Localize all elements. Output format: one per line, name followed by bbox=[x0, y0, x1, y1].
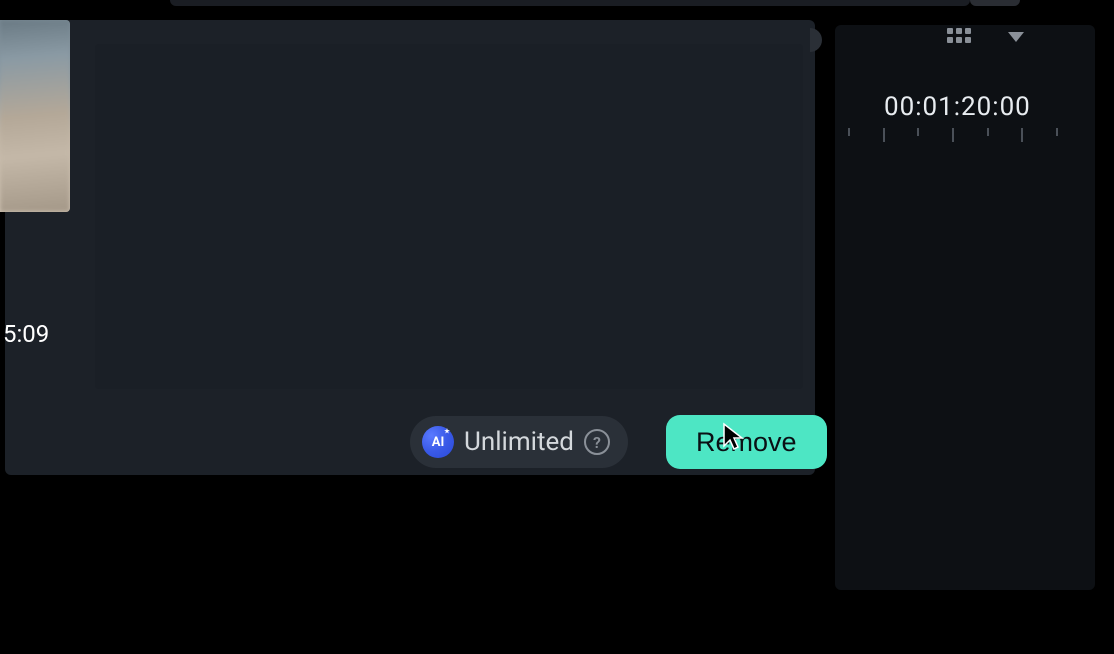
remove-button[interactable]: Remove bbox=[666, 415, 827, 469]
help-symbol: ? bbox=[593, 433, 601, 452]
dropdown-arrow-icon[interactable] bbox=[1008, 32, 1024, 42]
ruler-tick bbox=[917, 128, 919, 136]
top-bar bbox=[0, 0, 1114, 10]
main-panel: AI Unlimited ? Remove bbox=[5, 20, 815, 475]
timecode-display: 00:01:20:00 bbox=[884, 92, 1031, 122]
thumbnail-image bbox=[0, 20, 70, 212]
grid-view-icon[interactable] bbox=[947, 28, 971, 43]
ai-unlimited-pill[interactable]: AI Unlimited ? bbox=[410, 416, 628, 468]
panel-close-edge[interactable] bbox=[810, 28, 822, 52]
search-bar-edge bbox=[170, 0, 970, 6]
remove-label: Remove bbox=[696, 427, 797, 458]
ruler-tick bbox=[883, 128, 885, 142]
ai-badge-text: AI bbox=[432, 435, 445, 450]
ai-badge-icon: AI bbox=[422, 426, 454, 458]
bottom-controls: AI Unlimited ? Remove bbox=[410, 415, 827, 469]
help-icon[interactable]: ? bbox=[584, 429, 610, 455]
ruler-tick bbox=[987, 128, 989, 136]
ruler-tick bbox=[1021, 128, 1023, 142]
unlimited-label: Unlimited bbox=[464, 427, 574, 457]
thumbnail-timestamp: 5:09 bbox=[3, 320, 49, 348]
preview-area bbox=[95, 44, 803, 389]
ruler-tick bbox=[848, 128, 850, 136]
ruler-tick bbox=[1056, 128, 1058, 136]
bottom-black-area bbox=[0, 595, 1114, 654]
video-thumbnail[interactable] bbox=[0, 20, 70, 212]
ruler-tick bbox=[952, 128, 954, 142]
timeline-ruler[interactable] bbox=[848, 128, 1058, 148]
search-button-edge bbox=[970, 0, 1020, 6]
